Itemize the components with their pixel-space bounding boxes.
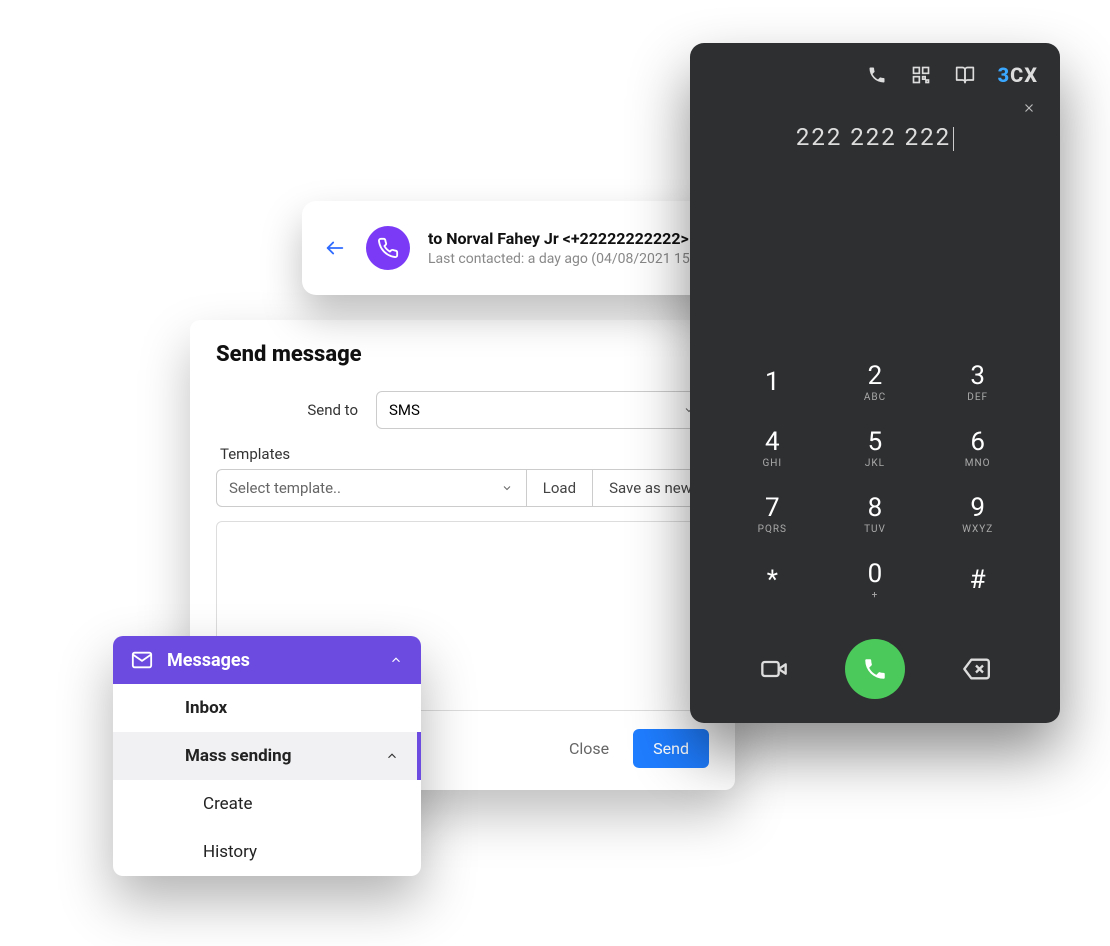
menu-item-mass-sending[interactable]: Mass sending <box>113 732 421 780</box>
back-arrow-icon[interactable] <box>322 235 348 261</box>
key-2[interactable]: 2 ABC <box>827 355 924 413</box>
template-select[interactable]: Select template.. <box>216 469 527 507</box>
book-icon[interactable] <box>954 64 976 86</box>
digit: * <box>767 567 778 593</box>
key-1[interactable]: 1 <box>724 355 821 413</box>
key-6[interactable]: 6 MNO <box>929 421 1026 479</box>
send-to-select[interactable]: SMS <box>376 391 709 429</box>
dialer-actions <box>702 629 1048 699</box>
letters: + <box>872 590 879 601</box>
letters: MNO <box>965 458 991 469</box>
menu-item-history[interactable]: History <box>113 828 421 876</box>
send-to-label: Send to <box>216 401 376 419</box>
digit: 1 <box>765 369 780 395</box>
digit: 6 <box>970 429 985 455</box>
key-hash[interactable]: # <box>929 553 1026 611</box>
call-button[interactable] <box>845 639 905 699</box>
video-icon[interactable] <box>757 652 791 686</box>
menu-item-label: Mass sending <box>185 746 291 766</box>
keypad-wrap: 1 2 ABC 3 DEF 4 GHI 5 JKL 6 MNO 7 PQRS 8 TUV 9 W… <box>702 167 1048 699</box>
digit: 8 <box>868 495 883 521</box>
send-to-value: SMS <box>389 401 420 419</box>
template-placeholder: Select template.. <box>229 479 341 497</box>
load-template-button[interactable]: Load <box>527 469 593 507</box>
letters: ABC <box>864 392 886 403</box>
dialer-close-icon[interactable] <box>1010 97 1048 119</box>
key-5[interactable]: 5 JKL <box>827 421 924 479</box>
chevron-down-icon <box>500 481 514 495</box>
send-to-row: Send to SMS <box>216 391 709 429</box>
brand-part2: CX <box>1010 63 1038 87</box>
chevron-up-icon <box>385 749 399 763</box>
key-4[interactable]: 4 GHI <box>724 421 821 479</box>
backspace-icon[interactable] <box>959 652 993 686</box>
key-star[interactable]: * <box>724 553 821 611</box>
digit: 5 <box>868 429 883 455</box>
digit: 7 <box>765 495 780 521</box>
send-button[interactable]: Send <box>633 729 709 768</box>
keypad: 1 2 ABC 3 DEF 4 GHI 5 JKL 6 MNO 7 PQRS 8 TUV 9 W… <box>702 345 1048 629</box>
brand-part1: 3 <box>998 63 1011 87</box>
digit: 0 <box>868 561 883 587</box>
menu-item-create[interactable]: Create <box>113 780 421 828</box>
digit: 3 <box>970 363 985 389</box>
brand-logo: 3CX <box>998 63 1038 87</box>
digit: 4 <box>765 429 780 455</box>
menu-item-inbox[interactable]: Inbox <box>113 684 421 732</box>
letters: GHI <box>762 458 782 469</box>
letters: WXYZ <box>962 524 993 535</box>
templates-block: Templates Select template.. Load Save as… <box>216 445 709 507</box>
templates-label: Templates <box>220 445 709 463</box>
digit: # <box>970 567 986 593</box>
key-3[interactable]: 3 DEF <box>929 355 1026 413</box>
dialer-number-display[interactable]: 222 222 222 <box>702 119 1048 167</box>
letters: JKL <box>865 458 885 469</box>
contact-avatar <box>366 226 410 270</box>
chevron-up-icon <box>389 653 403 667</box>
close-button[interactable]: Close <box>559 731 619 766</box>
templates-row: Select template.. Load Save as new <box>216 469 709 507</box>
qr-icon[interactable] <box>910 64 932 86</box>
key-8[interactable]: 8 TUV <box>827 487 924 545</box>
send-message-title: Send message <box>216 342 709 367</box>
digit: 2 <box>868 363 883 389</box>
messages-panel: Messages Inbox Mass sending Create Histo… <box>113 636 421 876</box>
phone-icon[interactable] <box>866 64 888 86</box>
digit: 9 <box>970 495 985 521</box>
key-7[interactable]: 7 PQRS <box>724 487 821 545</box>
dialer-topbar: 3CX <box>702 59 1048 97</box>
mail-icon <box>131 649 153 671</box>
dialer-panel: 3CX 222 222 222 1 2ABC 3DEF 4GHI 5JKL 6M… <box>690 43 1060 723</box>
key-9[interactable]: 9 WXYZ <box>929 487 1026 545</box>
letters: PQRS <box>758 524 787 535</box>
messages-title: Messages <box>167 650 375 671</box>
letters: TUV <box>864 524 886 535</box>
messages-header[interactable]: Messages <box>113 636 421 684</box>
letters: DEF <box>967 392 988 403</box>
key-0[interactable]: 0+ <box>827 553 924 611</box>
